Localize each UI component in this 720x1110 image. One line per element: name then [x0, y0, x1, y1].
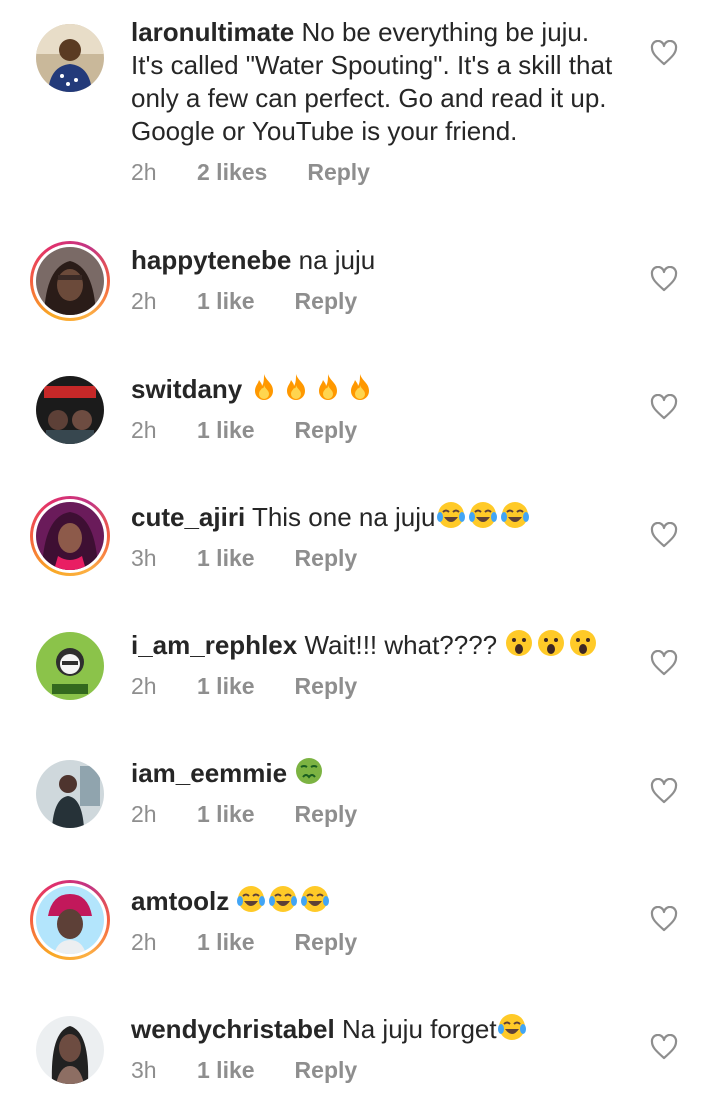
comment-text: iam_eemmie [131, 756, 621, 790]
astonished-emoji [504, 628, 534, 658]
comment-meta: 3h 1 like Reply [131, 544, 621, 572]
comment-username[interactable]: laronultimate [131, 17, 294, 47]
comment-meta: 2h 1 like Reply [131, 928, 621, 956]
comment-meta: 3h 1 like Reply [131, 1056, 621, 1084]
comment-text: wendychristabel Na juju forget [131, 1012, 621, 1046]
comment-text: happytenebe na juju [131, 244, 621, 277]
comment-time: 2h [131, 417, 157, 443]
comment-username[interactable]: wendychristabel [131, 1014, 335, 1044]
comment-time: 2h [131, 929, 157, 955]
comment-meta: 2h 1 like Reply [131, 416, 621, 444]
comment-meta: 2h 1 like Reply [131, 800, 621, 828]
reply-button[interactable]: Reply [295, 287, 358, 315]
tears-of-joy-emoji [300, 884, 330, 914]
comment-likes[interactable]: 1 like [197, 1056, 255, 1084]
tears-of-joy-emoji [436, 500, 466, 530]
nauseated-emoji [294, 756, 324, 786]
tears-of-joy-emoji [468, 500, 498, 530]
comment-likes[interactable]: 1 like [197, 416, 255, 444]
comment-time: 3h [131, 545, 157, 571]
avatar[interactable] [30, 880, 110, 960]
fire-emoji [345, 372, 375, 402]
tears-of-joy-emoji [236, 884, 266, 914]
comment-likes[interactable]: 1 like [197, 544, 255, 572]
heart-outline-icon[interactable] [650, 394, 678, 420]
comment-username[interactable]: iam_eemmie [131, 758, 287, 788]
comment-meta: 2h 1 like Reply [131, 672, 621, 700]
comment-body: na juju [298, 245, 376, 275]
fire-emoji [249, 372, 279, 402]
comment-likes[interactable]: 1 like [197, 928, 255, 956]
comment-body: Na juju forget [341, 1014, 497, 1044]
avatar[interactable] [30, 754, 110, 834]
tears-of-joy-emoji [268, 884, 298, 914]
comment-body: Wait!!! what???? [304, 630, 498, 660]
reply-button[interactable]: Reply [295, 544, 358, 572]
heart-outline-icon[interactable] [650, 906, 678, 932]
comment-username[interactable]: amtoolz [131, 886, 229, 916]
fire-emoji [281, 372, 311, 402]
reply-button[interactable]: Reply [295, 800, 358, 828]
comment-meta: 2h 2 likes Reply [131, 158, 621, 186]
heart-outline-icon[interactable] [650, 778, 678, 804]
comment-username[interactable]: i_am_rephlex [131, 630, 297, 660]
comment-likes[interactable]: 2 likes [197, 158, 267, 186]
tears-of-joy-emoji [497, 1012, 527, 1042]
heart-outline-icon[interactable] [650, 650, 678, 676]
comment-text: amtoolz [131, 884, 621, 918]
avatar[interactable] [30, 241, 110, 321]
avatar[interactable] [30, 18, 110, 98]
comment-likes[interactable]: 1 like [197, 672, 255, 700]
tears-of-joy-emoji [500, 500, 530, 530]
comment-text: i_am_rephlex Wait!!! what???? [131, 628, 621, 662]
astonished-emoji [536, 628, 566, 658]
avatar[interactable] [30, 496, 110, 576]
heart-outline-icon[interactable] [650, 1034, 678, 1060]
comment-body: This one na juju [251, 502, 436, 532]
avatar[interactable] [30, 370, 110, 450]
comment-time: 2h [131, 159, 157, 185]
comment-text: cute_ajiri This one na juju [131, 500, 621, 534]
comment-time: 2h [131, 801, 157, 827]
reply-button[interactable]: Reply [307, 158, 370, 186]
reply-button[interactable]: Reply [295, 672, 358, 700]
avatar[interactable] [30, 626, 110, 706]
reply-button[interactable]: Reply [295, 416, 358, 444]
comment-username[interactable]: switdany [131, 374, 242, 404]
comment-likes[interactable]: 1 like [197, 800, 255, 828]
comment-likes[interactable]: 1 like [197, 287, 255, 315]
heart-outline-icon[interactable] [650, 522, 678, 548]
comment-text: switdany [131, 372, 621, 406]
comment-time: 3h [131, 1057, 157, 1083]
avatar[interactable] [30, 1010, 110, 1090]
comment-username[interactable]: happytenebe [131, 245, 291, 275]
comment-text: laronultimate No be everything be juju. … [131, 16, 621, 148]
reply-button[interactable]: Reply [295, 1056, 358, 1084]
comment-time: 2h [131, 288, 157, 314]
comment-meta: 2h 1 like Reply [131, 287, 621, 315]
astonished-emoji [568, 628, 598, 658]
comment-username[interactable]: cute_ajiri [131, 502, 245, 532]
comment-time: 2h [131, 673, 157, 699]
reply-button[interactable]: Reply [295, 928, 358, 956]
fire-emoji [313, 372, 343, 402]
heart-outline-icon[interactable] [650, 266, 678, 292]
heart-outline-icon[interactable] [650, 40, 678, 66]
